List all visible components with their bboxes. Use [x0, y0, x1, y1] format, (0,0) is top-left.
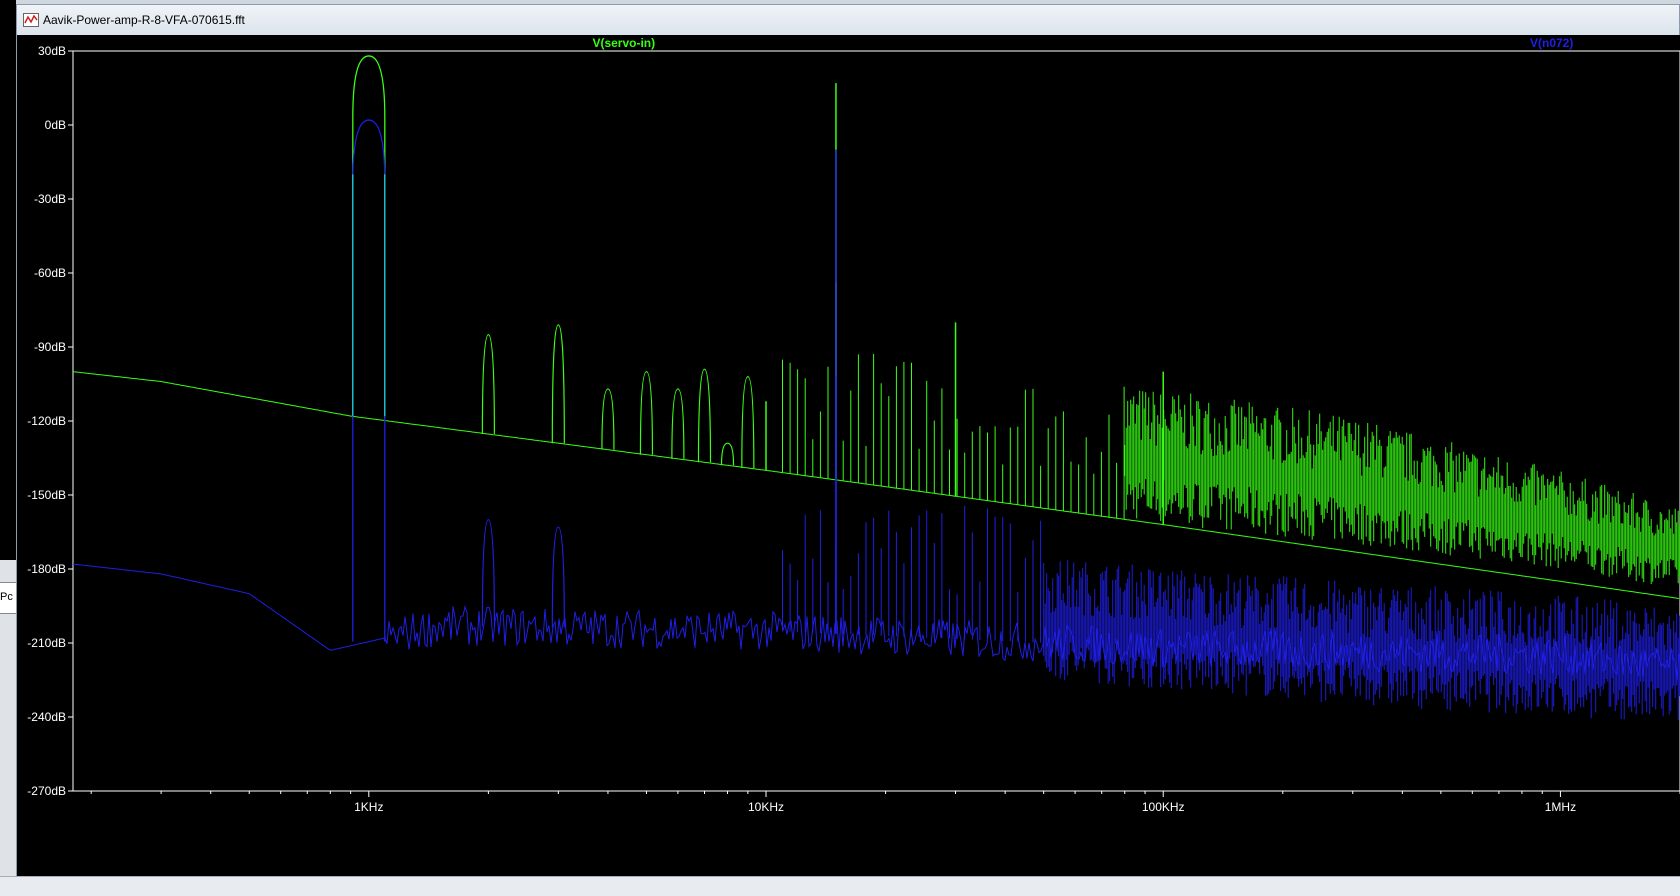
series-servo-in-peak [601, 388, 615, 450]
series-servo-in-peak [352, 55, 386, 419]
series-servo-in-harmonic-comb [782, 354, 1125, 520]
y-tick-label: -270dB [27, 784, 66, 798]
y-tick-label: -90dB [34, 340, 66, 354]
y-tick-label: 30dB [38, 44, 66, 58]
y-tick-label: -60dB [34, 266, 66, 280]
window-titlebar[interactable]: Aavik-Power-amp-R-8-VFA-070615.fft [17, 5, 1679, 36]
series-servo-in-peak [720, 442, 735, 466]
series-servo-in-peak [741, 375, 755, 468]
fft-chart[interactable]: 30dB 0dB -30dB -60dB -90dB -120dB -150dB -180dB… [17, 35, 1680, 876]
waveform-plot-icon [23, 13, 39, 27]
y-tick-label: 0dB [45, 118, 66, 132]
series-n072-peak [481, 519, 495, 627]
waveform-viewer-window[interactable]: Aavik-Power-amp-R-8-VFA-070615.fft 30dB 0… [16, 4, 1680, 876]
fft-plot-pane[interactable]: 30dB 0dB -30dB -60dB -90dB -120dB -150dB -180dB… [17, 35, 1680, 876]
series-n072-harmonic-comb [782, 505, 1042, 643]
legend-label: V(servo-in) [592, 36, 655, 50]
legend-label: V(n072) [1530, 36, 1573, 50]
y-tick-label: -120dB [27, 414, 66, 428]
y-tick-label: -240dB [27, 710, 66, 724]
background-window-label: Pc [0, 591, 13, 603]
x-tick-label: 1MHz [1545, 800, 1576, 814]
background-window-panel: Pc [0, 582, 16, 614]
x-tick-label: 100KHz [1142, 800, 1185, 814]
series-servo-in-peak [481, 334, 495, 435]
background-window-plot-edge [0, 0, 16, 560]
series-n072-peak [551, 526, 565, 628]
series-n072-peak [352, 119, 386, 642]
series-servo-in-peak [639, 371, 654, 455]
x-tick-label: 10KHz [748, 800, 784, 814]
window-title: Aavik-Power-amp-R-8-VFA-070615.fft [43, 13, 245, 27]
x-tick-label: 1KHz [354, 800, 383, 814]
bottom-taskbar-strip [0, 876, 1680, 896]
series-servo-in-peak [551, 324, 565, 444]
y-tick-label: -210dB [27, 636, 66, 650]
y-tick-label: -180dB [27, 562, 66, 576]
series-servo-in-peak [671, 388, 685, 459]
series-servo-in-peak [697, 368, 712, 463]
plot-frame [72, 50, 1680, 792]
series-servo-in-noise-band [1124, 390, 1680, 584]
series-n072-noise-band [1043, 560, 1680, 720]
y-tick-label: -150dB [27, 488, 66, 502]
series-servo-in-line [72, 371, 1680, 599]
y-tick-label: -30dB [34, 192, 66, 206]
